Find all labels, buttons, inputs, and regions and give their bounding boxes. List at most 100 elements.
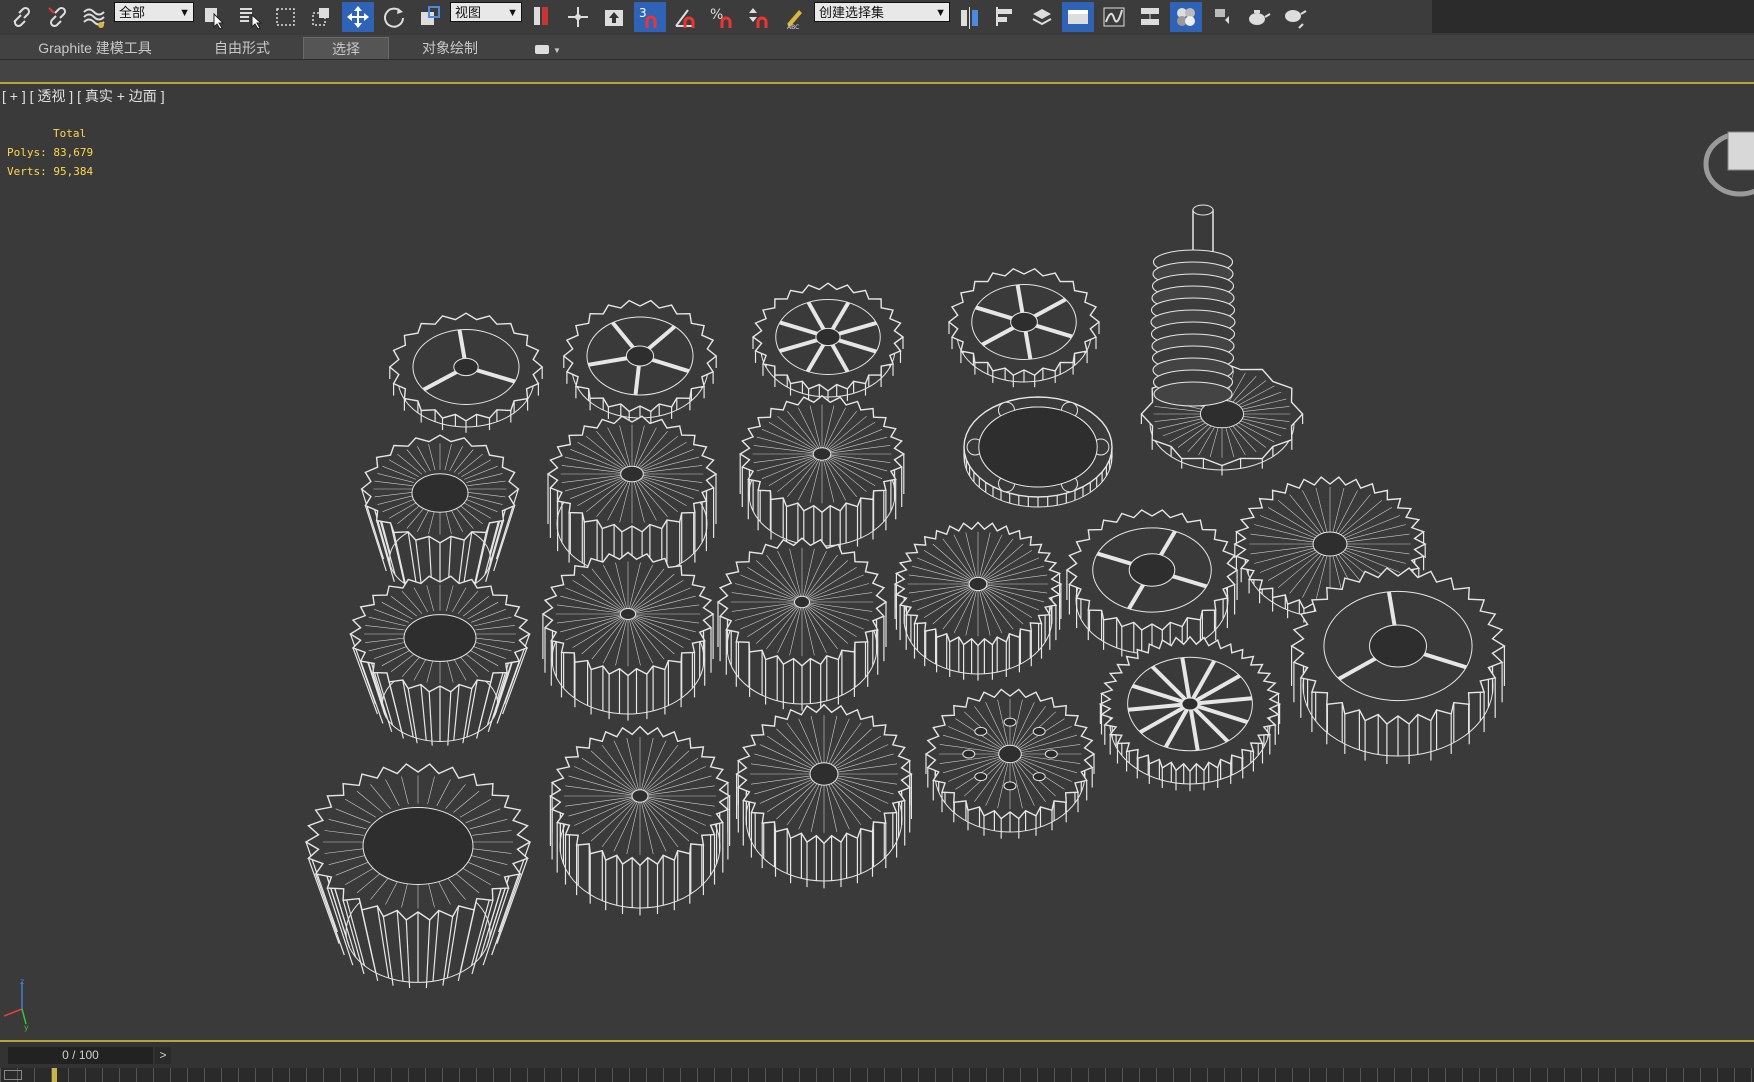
schematic-icon: [1141, 7, 1159, 25]
window-crossing-button[interactable]: [306, 2, 338, 32]
percent-snap-icon: %: [710, 7, 732, 28]
next-frame-button[interactable]: >: [155, 1047, 171, 1064]
svg-text:ABC: ABC: [787, 24, 799, 30]
gear-model-2[interactable]: [562, 299, 718, 424]
select-and-rotate-button[interactable]: [378, 2, 410, 32]
reference-coordinate-value: 视图: [455, 4, 482, 20]
render-setup-button[interactable]: [1206, 2, 1238, 32]
viewcube[interactable]: [1703, 131, 1754, 197]
select-by-name-button[interactable]: [234, 2, 266, 32]
worm-gear-model[interactable]: [1150, 204, 1236, 407]
select-cursor-icon: [205, 7, 225, 30]
angle-snap-toggle-button[interactable]: [670, 2, 702, 32]
perspective-viewport[interactable]: [ + ] [ 透视 ] [ 真实 + 边面 ] Total Polys: 83…: [0, 84, 1754, 1040]
snap-3d-icon: 3: [639, 6, 657, 28]
ribbon-panel-collapsed: [0, 60, 1754, 84]
angle-snap-icon: [675, 8, 695, 28]
gear-model-14[interactable]: [893, 521, 1063, 681]
viewcube-face[interactable]: [1727, 131, 1754, 171]
select-object-button[interactable]: [198, 2, 230, 32]
tab-graphite-modeling[interactable]: Graphite 建模工具: [20, 37, 170, 59]
gear-model-19[interactable]: [924, 688, 1096, 839]
gear-model-17[interactable]: [549, 725, 731, 916]
gear-models: [304, 267, 1506, 989]
main-toolbar-strip: 全部 ▼ 视图 ▼ 3 % ABC 创建选择集 ▼: [0, 0, 1432, 33]
edit-named-selection-button[interactable]: ABC: [778, 2, 810, 32]
rendered-frame-window-button[interactable]: [1242, 2, 1274, 32]
mirror-button[interactable]: [954, 2, 986, 32]
scale-icon: [421, 5, 440, 25]
named-selection-sets-value: 创建选择集: [819, 4, 885, 20]
gear-model-7[interactable]: [360, 434, 520, 598]
snaps-toggle-button[interactable]: 3: [634, 1, 666, 32]
gear-model-18[interactable]: [735, 703, 913, 889]
keyboard-shortcut-toggle-button[interactable]: [598, 2, 630, 32]
curve-editor-button[interactable]: [1098, 2, 1130, 32]
gear-model-12[interactable]: [541, 551, 715, 721]
tab-object-paint[interactable]: 对象绘制: [400, 37, 500, 59]
unlink-button[interactable]: [42, 2, 74, 32]
gear-model-1[interactable]: [388, 312, 544, 433]
svg-text:y: y: [24, 1023, 29, 1032]
schematic-view-button[interactable]: [1134, 2, 1166, 32]
gear-model-20[interactable]: [1098, 635, 1282, 792]
gear-model-3[interactable]: [751, 282, 905, 403]
time-slider[interactable]: 0 / 100: [8, 1047, 153, 1064]
svg-text:z: z: [20, 977, 24, 986]
material-editor-icon: [1177, 7, 1195, 26]
bind-space-warp-button[interactable]: [78, 2, 110, 32]
chevron-down-icon: ▼: [552, 46, 561, 55]
space-warp-icon: [83, 8, 105, 28]
link-button[interactable]: [6, 2, 38, 32]
select-and-scale-button[interactable]: [414, 2, 446, 32]
gear-model-15[interactable]: [1065, 509, 1239, 660]
select-and-manipulate-button[interactable]: [562, 2, 594, 32]
link-icon: [13, 6, 31, 27]
gear-model-5[interactable]: [963, 396, 1113, 508]
percent-snap-toggle-button[interactable]: %: [706, 2, 738, 32]
selection-filter-value: 全部: [119, 4, 146, 20]
layer-icon: [1032, 8, 1052, 25]
chevron-down-icon: ▼: [507, 6, 518, 19]
render-teapot-icon: [1285, 9, 1307, 29]
gear-model-13[interactable]: [716, 537, 888, 711]
render-production-button[interactable]: [1278, 2, 1310, 32]
material-editor-button[interactable]: [1170, 1, 1202, 32]
main-toolbar: 全部 ▼ 视图 ▼ 3 % ABC 创建选择集 ▼: [0, 0, 1754, 33]
gear-model-9[interactable]: [738, 394, 906, 553]
tab-selection[interactable]: 选择: [303, 37, 389, 59]
axis-tripod: z y: [3, 977, 29, 1032]
selection-filter-dropdown[interactable]: 全部 ▼: [114, 1, 194, 22]
toggle-ribbon-button[interactable]: [1062, 1, 1094, 32]
named-selection-sets-dropdown[interactable]: 创建选择集 ▼: [814, 1, 950, 22]
chevron-down-icon: ▼: [179, 6, 190, 19]
align-button[interactable]: [990, 2, 1022, 32]
pivot-center-button[interactable]: [526, 2, 558, 32]
unlink-icon: [48, 6, 67, 27]
gear-model-16[interactable]: [304, 763, 532, 989]
select-by-name-icon: [240, 7, 263, 30]
ribbon-tab-bar: Graphite 建模工具 自由形式 选择 对象绘制 ▼: [0, 35, 1754, 60]
spinner-snap-toggle-button[interactable]: [742, 2, 774, 32]
rectangular-selection-button[interactable]: [270, 2, 302, 32]
rotate-icon: [384, 7, 404, 28]
edit-named-selection-icon: ABC: [787, 9, 802, 30]
move-icon: [347, 5, 369, 28]
scene-wireframe: z y: [3, 131, 1754, 1032]
curve-editor-icon: [1103, 7, 1125, 26]
ribbon-options-button[interactable]: ▼: [530, 37, 566, 59]
tab-freeform[interactable]: 自由形式: [192, 37, 292, 59]
spinner-snap-icon: [749, 7, 768, 28]
pivot-center-icon: [534, 6, 548, 25]
render-setup-icon: [1213, 8, 1229, 24]
layer-manager-button[interactable]: [1026, 2, 1058, 32]
rect-selection-icon: [276, 7, 295, 26]
timeline-bar: 0 / 100 >: [0, 1040, 1754, 1082]
track-bar-icon[interactable]: [4, 1070, 22, 1080]
gear-model-11[interactable]: [349, 575, 531, 746]
chevron-down-icon: ▼: [935, 6, 946, 19]
gear-model-4[interactable]: [947, 267, 1101, 388]
reference-coordinate-dropdown[interactable]: 视图 ▼: [450, 1, 522, 22]
select-and-move-button[interactable]: [342, 1, 374, 32]
window-crossing-icon: [312, 7, 329, 26]
